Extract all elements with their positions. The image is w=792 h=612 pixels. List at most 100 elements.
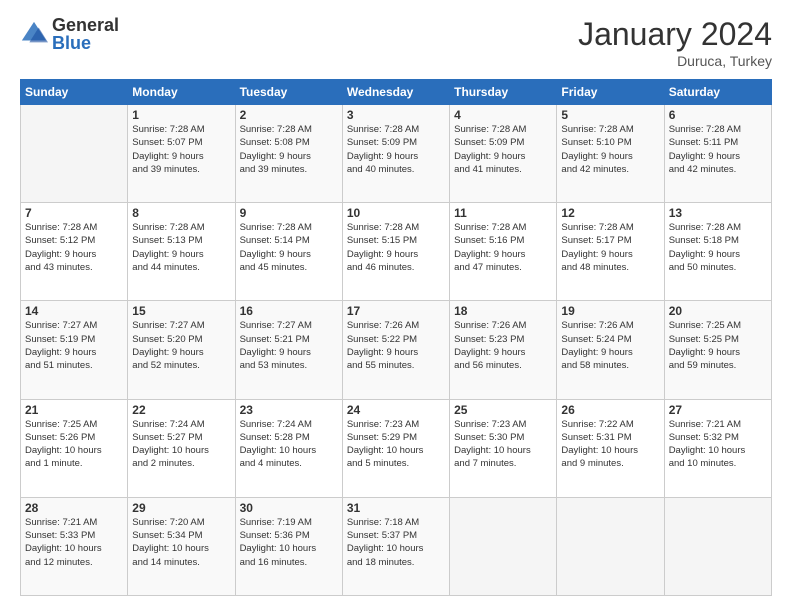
day-cell: 18Sunrise: 7:26 AM Sunset: 5:23 PM Dayli… (450, 301, 557, 399)
day-info: Sunrise: 7:26 AM Sunset: 5:24 PM Dayligh… (561, 319, 659, 372)
calendar-header: SundayMondayTuesdayWednesdayThursdayFrid… (21, 80, 772, 105)
day-number: 8 (132, 206, 230, 220)
day-cell: 26Sunrise: 7:22 AM Sunset: 5:31 PM Dayli… (557, 399, 664, 497)
day-info: Sunrise: 7:28 AM Sunset: 5:13 PM Dayligh… (132, 221, 230, 274)
day-number: 26 (561, 403, 659, 417)
day-info: Sunrise: 7:19 AM Sunset: 5:36 PM Dayligh… (240, 516, 338, 569)
header-cell-thursday: Thursday (450, 80, 557, 105)
page: General Blue January 2024 Duruca, Turkey… (0, 0, 792, 612)
week-row-0: 1Sunrise: 7:28 AM Sunset: 5:07 PM Daylig… (21, 105, 772, 203)
day-cell: 11Sunrise: 7:28 AM Sunset: 5:16 PM Dayli… (450, 203, 557, 301)
logo-general: General (52, 16, 119, 34)
day-cell: 9Sunrise: 7:28 AM Sunset: 5:14 PM Daylig… (235, 203, 342, 301)
day-info: Sunrise: 7:22 AM Sunset: 5:31 PM Dayligh… (561, 418, 659, 471)
day-info: Sunrise: 7:18 AM Sunset: 5:37 PM Dayligh… (347, 516, 445, 569)
day-number: 16 (240, 304, 338, 318)
day-info: Sunrise: 7:28 AM Sunset: 5:12 PM Dayligh… (25, 221, 123, 274)
day-info: Sunrise: 7:28 AM Sunset: 5:07 PM Dayligh… (132, 123, 230, 176)
header-cell-friday: Friday (557, 80, 664, 105)
day-cell: 7Sunrise: 7:28 AM Sunset: 5:12 PM Daylig… (21, 203, 128, 301)
day-cell: 3Sunrise: 7:28 AM Sunset: 5:09 PM Daylig… (342, 105, 449, 203)
day-cell (664, 497, 771, 595)
day-cell: 27Sunrise: 7:21 AM Sunset: 5:32 PM Dayli… (664, 399, 771, 497)
day-info: Sunrise: 7:28 AM Sunset: 5:18 PM Dayligh… (669, 221, 767, 274)
day-cell: 2Sunrise: 7:28 AM Sunset: 5:08 PM Daylig… (235, 105, 342, 203)
day-cell: 28Sunrise: 7:21 AM Sunset: 5:33 PM Dayli… (21, 497, 128, 595)
logo-text: General Blue (52, 16, 119, 52)
day-cell: 20Sunrise: 7:25 AM Sunset: 5:25 PM Dayli… (664, 301, 771, 399)
header-cell-monday: Monday (128, 80, 235, 105)
day-cell: 30Sunrise: 7:19 AM Sunset: 5:36 PM Dayli… (235, 497, 342, 595)
day-cell: 31Sunrise: 7:18 AM Sunset: 5:37 PM Dayli… (342, 497, 449, 595)
day-info: Sunrise: 7:20 AM Sunset: 5:34 PM Dayligh… (132, 516, 230, 569)
day-cell: 14Sunrise: 7:27 AM Sunset: 5:19 PM Dayli… (21, 301, 128, 399)
day-info: Sunrise: 7:23 AM Sunset: 5:30 PM Dayligh… (454, 418, 552, 471)
day-number: 19 (561, 304, 659, 318)
day-cell: 22Sunrise: 7:24 AM Sunset: 5:27 PM Dayli… (128, 399, 235, 497)
day-info: Sunrise: 7:23 AM Sunset: 5:29 PM Dayligh… (347, 418, 445, 471)
day-info: Sunrise: 7:25 AM Sunset: 5:26 PM Dayligh… (25, 418, 123, 471)
day-number: 29 (132, 501, 230, 515)
day-info: Sunrise: 7:21 AM Sunset: 5:32 PM Dayligh… (669, 418, 767, 471)
header-cell-saturday: Saturday (664, 80, 771, 105)
header-cell-wednesday: Wednesday (342, 80, 449, 105)
day-info: Sunrise: 7:28 AM Sunset: 5:11 PM Dayligh… (669, 123, 767, 176)
day-info: Sunrise: 7:24 AM Sunset: 5:28 PM Dayligh… (240, 418, 338, 471)
location: Duruca, Turkey (578, 53, 772, 69)
day-info: Sunrise: 7:21 AM Sunset: 5:33 PM Dayligh… (25, 516, 123, 569)
day-number: 4 (454, 108, 552, 122)
day-number: 13 (669, 206, 767, 220)
day-cell: 25Sunrise: 7:23 AM Sunset: 5:30 PM Dayli… (450, 399, 557, 497)
day-cell (21, 105, 128, 203)
day-cell: 6Sunrise: 7:28 AM Sunset: 5:11 PM Daylig… (664, 105, 771, 203)
day-cell: 17Sunrise: 7:26 AM Sunset: 5:22 PM Dayli… (342, 301, 449, 399)
day-cell: 1Sunrise: 7:28 AM Sunset: 5:07 PM Daylig… (128, 105, 235, 203)
logo-blue: Blue (52, 34, 119, 52)
day-cell (450, 497, 557, 595)
day-info: Sunrise: 7:28 AM Sunset: 5:17 PM Dayligh… (561, 221, 659, 274)
day-cell: 10Sunrise: 7:28 AM Sunset: 5:15 PM Dayli… (342, 203, 449, 301)
title-block: January 2024 Duruca, Turkey (578, 16, 772, 69)
calendar-table: SundayMondayTuesdayWednesdayThursdayFrid… (20, 79, 772, 596)
day-info: Sunrise: 7:26 AM Sunset: 5:23 PM Dayligh… (454, 319, 552, 372)
day-info: Sunrise: 7:28 AM Sunset: 5:08 PM Dayligh… (240, 123, 338, 176)
day-number: 27 (669, 403, 767, 417)
day-number: 25 (454, 403, 552, 417)
day-number: 30 (240, 501, 338, 515)
day-info: Sunrise: 7:28 AM Sunset: 5:16 PM Dayligh… (454, 221, 552, 274)
day-cell: 13Sunrise: 7:28 AM Sunset: 5:18 PM Dayli… (664, 203, 771, 301)
day-number: 1 (132, 108, 230, 122)
day-number: 14 (25, 304, 123, 318)
day-number: 3 (347, 108, 445, 122)
day-cell: 12Sunrise: 7:28 AM Sunset: 5:17 PM Dayli… (557, 203, 664, 301)
day-cell: 8Sunrise: 7:28 AM Sunset: 5:13 PM Daylig… (128, 203, 235, 301)
day-number: 22 (132, 403, 230, 417)
day-number: 7 (25, 206, 123, 220)
day-number: 2 (240, 108, 338, 122)
week-row-4: 28Sunrise: 7:21 AM Sunset: 5:33 PM Dayli… (21, 497, 772, 595)
day-number: 20 (669, 304, 767, 318)
day-number: 24 (347, 403, 445, 417)
day-cell: 16Sunrise: 7:27 AM Sunset: 5:21 PM Dayli… (235, 301, 342, 399)
calendar-body: 1Sunrise: 7:28 AM Sunset: 5:07 PM Daylig… (21, 105, 772, 596)
week-row-1: 7Sunrise: 7:28 AM Sunset: 5:12 PM Daylig… (21, 203, 772, 301)
day-info: Sunrise: 7:28 AM Sunset: 5:09 PM Dayligh… (454, 123, 552, 176)
day-number: 5 (561, 108, 659, 122)
day-cell: 21Sunrise: 7:25 AM Sunset: 5:26 PM Dayli… (21, 399, 128, 497)
header-cell-tuesday: Tuesday (235, 80, 342, 105)
day-cell: 24Sunrise: 7:23 AM Sunset: 5:29 PM Dayli… (342, 399, 449, 497)
logo: General Blue (20, 16, 119, 52)
day-info: Sunrise: 7:27 AM Sunset: 5:19 PM Dayligh… (25, 319, 123, 372)
header-cell-sunday: Sunday (21, 80, 128, 105)
day-info: Sunrise: 7:27 AM Sunset: 5:20 PM Dayligh… (132, 319, 230, 372)
header: General Blue January 2024 Duruca, Turkey (20, 16, 772, 69)
day-number: 9 (240, 206, 338, 220)
day-number: 18 (454, 304, 552, 318)
day-number: 11 (454, 206, 552, 220)
day-cell: 4Sunrise: 7:28 AM Sunset: 5:09 PM Daylig… (450, 105, 557, 203)
day-number: 17 (347, 304, 445, 318)
day-cell: 19Sunrise: 7:26 AM Sunset: 5:24 PM Dayli… (557, 301, 664, 399)
day-cell: 23Sunrise: 7:24 AM Sunset: 5:28 PM Dayli… (235, 399, 342, 497)
day-number: 10 (347, 206, 445, 220)
day-info: Sunrise: 7:25 AM Sunset: 5:25 PM Dayligh… (669, 319, 767, 372)
